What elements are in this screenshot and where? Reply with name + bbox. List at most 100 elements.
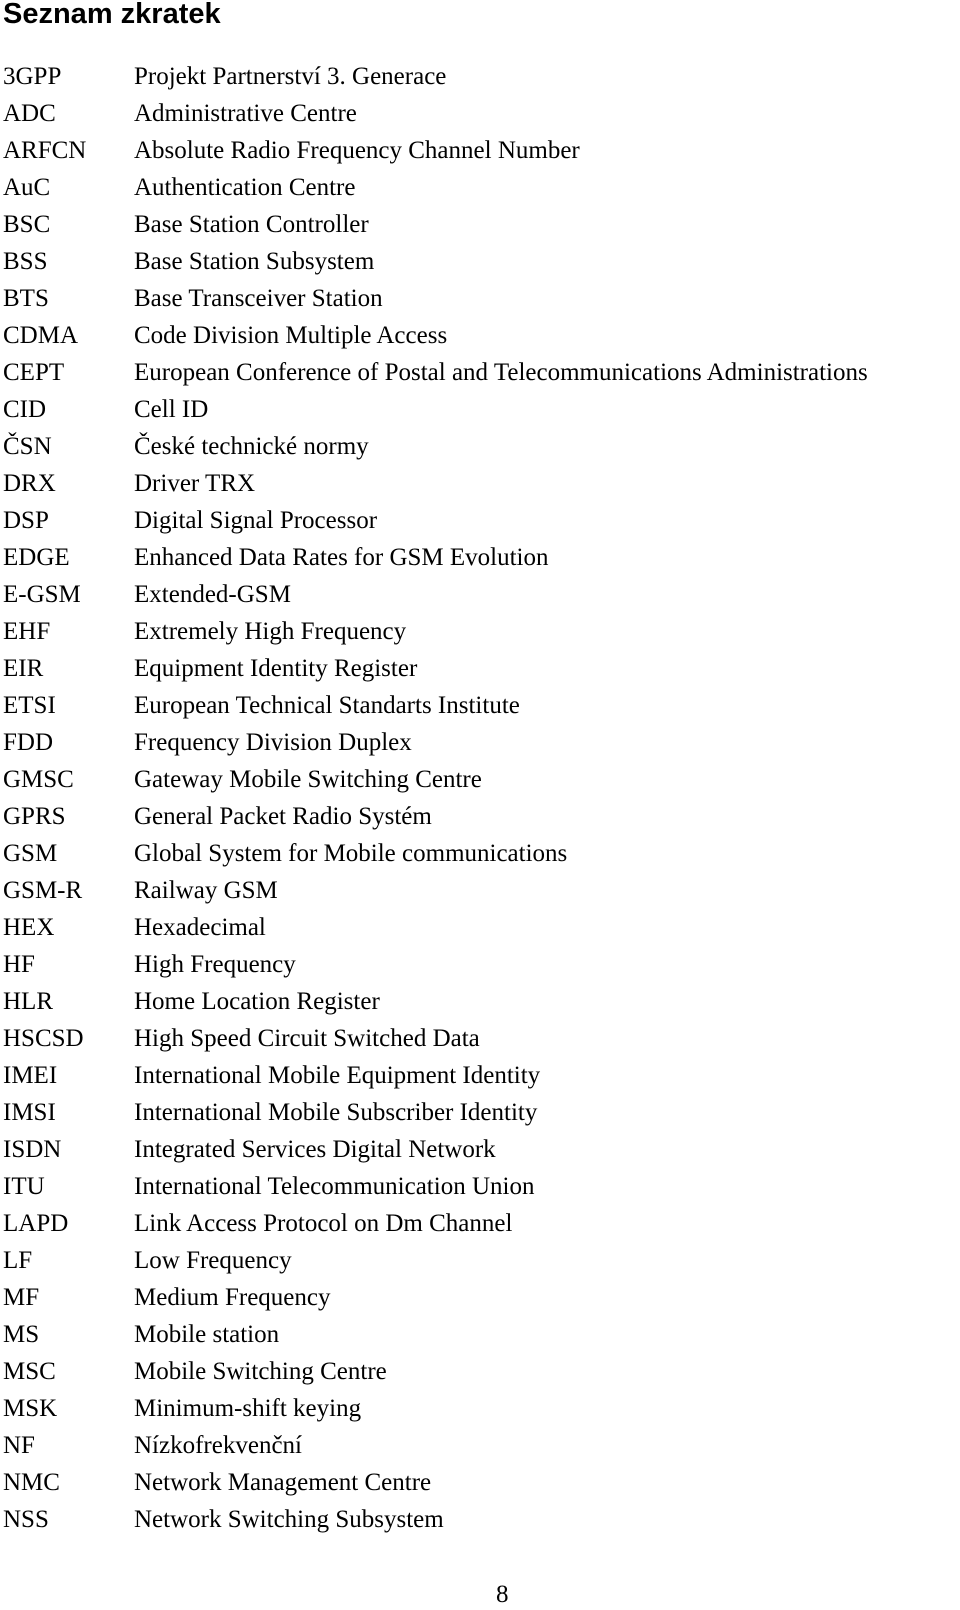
abbreviation-term: BSC xyxy=(3,211,51,238)
abbreviation-row: E-GSM Extended-GSM xyxy=(3,577,868,614)
abbreviation-list: 3GPP Projekt Partnerství 3. Generace ADC Ad… xyxy=(3,59,868,1539)
abbreviation-row: EHF Extremely High Frequency xyxy=(3,614,868,651)
abbreviation-row: FDD Frequency Division Duplex xyxy=(3,725,868,762)
abbreviation-description: Low Frequency xyxy=(134,1247,292,1274)
abbreviation-term: CDMA xyxy=(3,322,79,349)
abbreviation-term: FDD xyxy=(3,729,54,756)
abbreviation-term: HSCSD xyxy=(3,1025,84,1052)
abbreviation-term: IMEI xyxy=(3,1062,58,1089)
abbreviation-term: E-GSM xyxy=(3,581,81,608)
abbreviation-term: NMC xyxy=(3,1469,60,1496)
abbreviation-row: ARFCN Absolute Radio Frequency Channel Nu… xyxy=(3,133,868,170)
abbreviation-description: Administrative Centre xyxy=(134,100,357,127)
abbreviation-description: Medium Frequency xyxy=(134,1284,331,1311)
abbreviation-row: GSM Global System for Mobile communicatio… xyxy=(3,836,868,873)
abbreviation-row: CDMA Code Division Multiple Access xyxy=(3,318,868,355)
abbreviation-description: Equipment Identity Register xyxy=(134,655,418,682)
abbreviation-row: GPRS General Packet Radio Systém xyxy=(3,799,868,836)
abbreviation-term: CEPT xyxy=(3,359,65,386)
abbreviation-row: BSC Base Station Controller xyxy=(3,207,868,244)
abbreviation-row: CID Cell ID xyxy=(3,392,868,429)
abbreviation-term: EIR xyxy=(3,655,44,682)
abbreviation-row: IMSI International Mobile Subscriber Iden… xyxy=(3,1095,868,1132)
abbreviation-description: Extremely High Frequency xyxy=(134,618,407,645)
abbreviation-term: LF xyxy=(3,1247,33,1274)
abbreviation-row: HEX Hexadecimal xyxy=(3,910,868,947)
abbreviation-term: MSC xyxy=(3,1358,56,1385)
abbreviation-description: Absolute Radio Frequency Channel Number xyxy=(134,137,580,164)
abbreviation-row: EIR Equipment Identity Register xyxy=(3,651,868,688)
abbreviation-term: MF xyxy=(3,1284,40,1311)
abbreviation-row: ITU International Telecommunication Union xyxy=(3,1169,868,1206)
abbreviation-description: International Telecommunication Union xyxy=(134,1173,535,1200)
abbreviation-row: NSS Network Switching Subsystem xyxy=(3,1502,868,1539)
abbreviation-row: ISDN Integrated Services Digital Network xyxy=(3,1132,868,1169)
abbreviation-description: Authentication Centre xyxy=(134,174,356,201)
abbreviation-term: ISDN xyxy=(3,1136,62,1163)
abbreviation-row: MSK Minimum-shift keying xyxy=(3,1391,868,1428)
abbreviation-description: Enhanced Data Rates for GSM Evolution xyxy=(134,544,549,571)
abbreviation-term: GPRS xyxy=(3,803,66,830)
abbreviation-description: Frequency Division Duplex xyxy=(134,729,412,756)
abbreviation-term: DSP xyxy=(3,507,49,534)
abbreviation-term: IMSI xyxy=(3,1099,56,1126)
abbreviation-row: NMC Network Management Centre xyxy=(3,1465,868,1502)
abbreviation-term: GMSC xyxy=(3,766,74,793)
abbreviation-description: High Frequency xyxy=(134,951,296,978)
abbreviation-row: BSS Base Station Subsystem xyxy=(3,244,868,281)
abbreviation-row: IMEI International Mobile Equipment Ident… xyxy=(3,1058,868,1095)
abbreviation-term: MS xyxy=(3,1321,40,1348)
abbreviation-description: Mobile station xyxy=(134,1321,280,1348)
abbreviation-row: DSP Digital Signal Processor xyxy=(3,503,868,540)
abbreviation-term: ČSN xyxy=(3,433,52,460)
abbreviation-term: CID xyxy=(3,396,47,423)
abbreviation-description: Home Location Register xyxy=(134,988,380,1015)
abbreviation-row: HF High Frequency xyxy=(3,947,868,984)
abbreviation-term: DRX xyxy=(3,470,56,497)
abbreviation-row: LF Low Frequency xyxy=(3,1243,868,1280)
abbreviation-row: ADC Administrative Centre xyxy=(3,96,868,133)
abbreviation-term: ITU xyxy=(3,1173,45,1200)
abbreviation-description: Hexadecimal xyxy=(134,914,266,941)
abbreviation-description: Nízkofrekvenční xyxy=(134,1432,302,1459)
abbreviation-description: Global System for Mobile communications xyxy=(134,840,568,867)
abbreviation-row: DRX Driver TRX xyxy=(3,466,868,503)
abbreviation-term: LAPD xyxy=(3,1210,69,1237)
abbreviation-term: ETSI xyxy=(3,692,56,719)
abbreviation-term: EHF xyxy=(3,618,51,645)
abbreviation-row: NF Nízkofrekvenční xyxy=(3,1428,868,1465)
abbreviation-description: Cell ID xyxy=(134,396,209,423)
abbreviation-description: Network Management Centre xyxy=(134,1469,432,1496)
abbreviation-term: ARFCN xyxy=(3,137,87,164)
abbreviation-term: NF xyxy=(3,1432,35,1459)
abbreviation-description: Driver TRX xyxy=(134,470,256,497)
abbreviation-description: Network Switching Subsystem xyxy=(134,1506,444,1533)
abbreviation-term: BSS xyxy=(3,248,48,275)
abbreviation-description: Code Division Multiple Access xyxy=(134,322,448,349)
abbreviation-row: LAPD Link Access Protocol on Dm Channel xyxy=(3,1206,868,1243)
abbreviation-row: 3GPP Projekt Partnerství 3. Generace xyxy=(3,59,868,96)
abbreviation-description: Railway GSM xyxy=(134,877,278,904)
abbreviation-description: European Conference of Postal and Teleco… xyxy=(134,359,868,386)
abbreviation-description: European Technical Standarts Institute xyxy=(134,692,520,719)
abbreviation-row: AuC Authentication Centre xyxy=(3,170,868,207)
abbreviation-description: Base Station Controller xyxy=(134,211,369,238)
abbreviation-description: Link Access Protocol on Dm Channel xyxy=(134,1210,513,1237)
abbreviation-row: MS Mobile station xyxy=(3,1317,868,1354)
abbreviation-term: NSS xyxy=(3,1506,49,1533)
abbreviation-description: Extended-GSM xyxy=(134,581,291,608)
abbreviation-row: ČSN České technické normy xyxy=(3,429,868,466)
abbreviation-description: Mobile Switching Centre xyxy=(134,1358,387,1385)
abbreviation-term: GSM xyxy=(3,840,58,867)
abbreviation-row: ETSI European Technical Standarts Institu… xyxy=(3,688,868,725)
abbreviation-term: MSK xyxy=(3,1395,58,1422)
abbreviation-term: AuC xyxy=(3,174,51,201)
abbreviation-term: GSM-R xyxy=(3,877,83,904)
abbreviation-row: MSC Mobile Switching Centre xyxy=(3,1354,868,1391)
abbreviation-description: Integrated Services Digital Network xyxy=(134,1136,496,1163)
abbreviation-description: Projekt Partnerství 3. Generace xyxy=(134,63,447,90)
abbreviation-description: Digital Signal Processor xyxy=(134,507,378,534)
abbreviation-row: GSM-R Railway GSM xyxy=(3,873,868,910)
page-number: 8 xyxy=(496,1581,509,1608)
abbreviation-description: České technické normy xyxy=(134,433,369,460)
